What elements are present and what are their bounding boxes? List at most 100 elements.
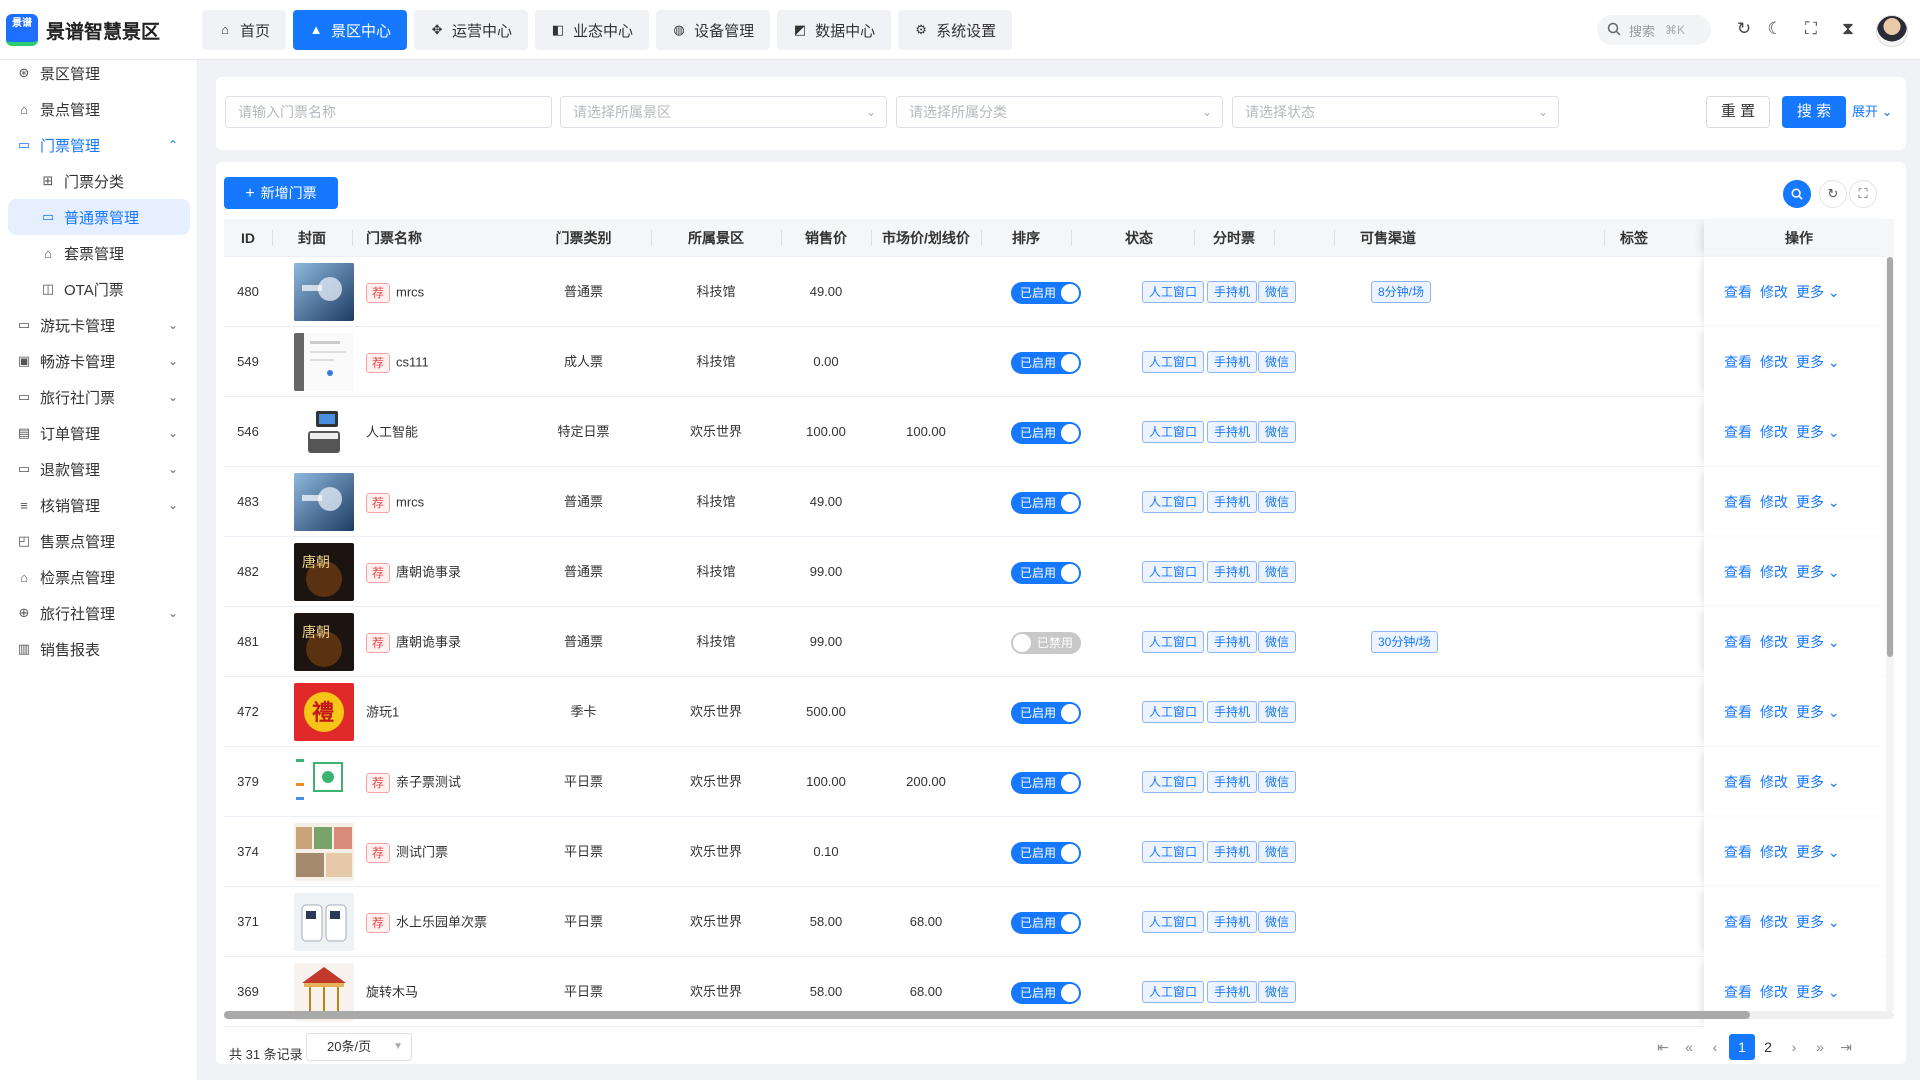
status-toggle[interactable]: 已启用 bbox=[1011, 702, 1081, 724]
table-row[interactable]: 481唐朝荐唐朝诡事录普通票科技馆99.000已禁用是人工窗口手持机微信30分钟… bbox=[224, 607, 1894, 677]
app-logo[interactable]: 景谱 bbox=[6, 14, 38, 46]
sidebar-item-4[interactable]: ▭ 普通票管理 bbox=[8, 199, 190, 235]
sidebar-item-3[interactable]: ⊞ 门票分类 bbox=[8, 160, 190, 202]
status-toggle[interactable]: 已启用 bbox=[1011, 282, 1081, 304]
edit-button[interactable]: 修改 bbox=[1760, 677, 1788, 747]
status-toggle[interactable]: 已启用 bbox=[1011, 772, 1081, 794]
column-divider[interactable] bbox=[561, 230, 562, 246]
more-button[interactable]: 更多 ⌄ bbox=[1796, 887, 1840, 957]
edit-button[interactable]: 修改 bbox=[1760, 887, 1788, 957]
table-row[interactable]: 480荐mrcs普通票科技馆49.001已启用是人工窗口手持机微信8分钟/场查看… bbox=[224, 257, 1894, 327]
table-search-icon[interactable] bbox=[1783, 180, 1811, 208]
ticket-name-input[interactable]: 请输入门票名称 bbox=[225, 96, 552, 128]
edit-button[interactable]: 修改 bbox=[1760, 257, 1788, 327]
horizontal-scrollbar-thumb[interactable] bbox=[224, 1011, 1750, 1019]
hourglass-icon[interactable]: ⧗ bbox=[1838, 19, 1858, 39]
ticket-cover-image[interactable] bbox=[294, 753, 354, 811]
area-select[interactable]: 请选择所属景区 ⌄ bbox=[560, 96, 887, 128]
refresh-icon[interactable]: ↻ bbox=[1734, 19, 1754, 39]
status-toggle[interactable]: 已启用 bbox=[1011, 982, 1081, 1004]
vertical-scrollbar-thumb[interactable] bbox=[1887, 257, 1893, 657]
view-button[interactable]: 查看 bbox=[1724, 817, 1752, 887]
more-button[interactable]: 更多 ⌄ bbox=[1796, 747, 1840, 817]
sidebar-item-16[interactable]: ▥ 销售报表 bbox=[8, 628, 190, 670]
next-group-icon[interactable]: » bbox=[1807, 1034, 1833, 1060]
ticket-cover-image[interactable]: 禮 bbox=[294, 683, 354, 741]
fullscreen-icon[interactable]: ⛶ bbox=[1801, 19, 1821, 39]
status-select[interactable]: 请选择状态 ⌄ bbox=[1232, 96, 1559, 128]
edit-button[interactable]: 修改 bbox=[1760, 817, 1788, 887]
table-row[interactable]: 482唐朝荐唐朝诡事录普通票科技馆99.000已启用是人工窗口手持机微信查看修改… bbox=[224, 537, 1894, 607]
table-row[interactable]: 483荐mrcs普通票科技馆49.000已启用是人工窗口手持机微信查看修改更多 … bbox=[224, 467, 1894, 537]
ticket-cover-image[interactable]: 唐朝 bbox=[294, 613, 354, 671]
status-toggle[interactable]: 已启用 bbox=[1011, 842, 1081, 864]
status-toggle[interactable]: 已启用 bbox=[1011, 422, 1081, 444]
search-button[interactable]: 搜 索 bbox=[1782, 96, 1846, 128]
more-button[interactable]: 更多 ⌄ bbox=[1796, 397, 1840, 467]
view-button[interactable]: 查看 bbox=[1724, 397, 1752, 467]
column-divider[interactable] bbox=[1194, 230, 1195, 246]
column-divider[interactable] bbox=[1604, 230, 1605, 246]
more-button[interactable]: 更多 ⌄ bbox=[1796, 677, 1840, 747]
reset-button[interactable]: 重 置 bbox=[1706, 96, 1770, 128]
ticket-cover-image[interactable] bbox=[294, 893, 354, 951]
column-divider[interactable] bbox=[651, 230, 652, 246]
status-toggle[interactable]: 已启用 bbox=[1011, 562, 1081, 584]
column-divider[interactable] bbox=[981, 230, 982, 246]
table-row[interactable]: 546人工智能特定日票欢乐世界100.00100.000已启用否人工窗口手持机微… bbox=[224, 397, 1894, 467]
column-divider[interactable] bbox=[781, 230, 782, 246]
last-page-icon[interactable]: ⇥ bbox=[1833, 1034, 1859, 1060]
table-row[interactable]: 472禮游玩1季卡欢乐世界500.000已启用否人工窗口手持机微信查看修改更多 … bbox=[224, 677, 1894, 747]
next-page-icon[interactable]: › bbox=[1781, 1034, 1807, 1060]
edit-button[interactable]: 修改 bbox=[1760, 537, 1788, 607]
ticket-cover-image[interactable] bbox=[294, 263, 354, 321]
column-divider[interactable] bbox=[1274, 230, 1275, 246]
ticket-cover-image[interactable] bbox=[294, 403, 354, 461]
ticket-cover-image[interactable] bbox=[294, 823, 354, 881]
column-divider[interactable] bbox=[1071, 230, 1072, 246]
add-ticket-button[interactable]: + 新增门票 bbox=[224, 177, 338, 209]
table-fullscreen-icon[interactable]: ⛶ bbox=[1849, 180, 1877, 208]
page-size-select[interactable]: 20条/页 ▼ bbox=[306, 1033, 412, 1061]
page-1[interactable]: 1 bbox=[1729, 1034, 1755, 1060]
page-2[interactable]: 2 bbox=[1755, 1034, 1781, 1060]
vertical-scrollbar[interactable] bbox=[1886, 257, 1894, 1011]
table-row[interactable]: 374荐测试门票平日票欢乐世界0.100已启用是人工窗口手持机微信查看修改更多 … bbox=[224, 817, 1894, 887]
view-button[interactable]: 查看 bbox=[1724, 677, 1752, 747]
global-search[interactable]: 搜索 ⌘K bbox=[1597, 15, 1711, 45]
horizontal-scrollbar[interactable] bbox=[224, 1011, 1894, 1019]
table-refresh-icon[interactable]: ↻ bbox=[1819, 180, 1847, 208]
status-toggle[interactable]: 已启用 bbox=[1011, 912, 1081, 934]
table-row[interactable]: 549荐cs111成人票科技馆0.000已启用否人工窗口手持机微信查看修改更多 … bbox=[224, 327, 1894, 397]
table-row[interactable]: 371荐水上乐园单次票平日票欢乐世界58.0068.000已启用否人工窗口手持机… bbox=[224, 887, 1894, 957]
view-button[interactable]: 查看 bbox=[1724, 747, 1752, 817]
edit-button[interactable]: 修改 bbox=[1760, 747, 1788, 817]
dark-mode-icon[interactable]: ☾ bbox=[1765, 19, 1785, 39]
more-button[interactable]: 更多 ⌄ bbox=[1796, 257, 1840, 327]
edit-button[interactable]: 修改 bbox=[1760, 397, 1788, 467]
more-button[interactable]: 更多 ⌄ bbox=[1796, 467, 1840, 537]
edit-button[interactable]: 修改 bbox=[1760, 467, 1788, 537]
view-button[interactable]: 查看 bbox=[1724, 537, 1752, 607]
nav-tab-0[interactable]: ⌂ 首页 bbox=[202, 10, 287, 50]
view-button[interactable]: 查看 bbox=[1724, 257, 1752, 327]
view-button[interactable]: 查看 bbox=[1724, 887, 1752, 957]
column-divider[interactable] bbox=[352, 230, 353, 246]
column-divider[interactable] bbox=[272, 230, 273, 246]
view-button[interactable]: 查看 bbox=[1724, 607, 1752, 677]
nav-tab-4[interactable]: ◍ 设备管理 bbox=[656, 10, 771, 50]
expand-filters-button[interactable]: 展开 ⌄ bbox=[1852, 96, 1893, 128]
nav-tab-5[interactable]: ◩ 数据中心 bbox=[777, 10, 892, 50]
column-divider[interactable] bbox=[1334, 230, 1335, 246]
view-button[interactable]: 查看 bbox=[1724, 327, 1752, 397]
status-toggle[interactable]: 已启用 bbox=[1011, 492, 1081, 514]
table-row[interactable]: 379荐亲子票测试平日票欢乐世界100.00200.000已启用是人工窗口手持机… bbox=[224, 747, 1894, 817]
status-toggle[interactable]: 已禁用 bbox=[1011, 632, 1081, 654]
prev-page-icon[interactable]: ‹ bbox=[1702, 1034, 1728, 1060]
nav-tab-1[interactable]: ▲ 景区中心 bbox=[293, 10, 408, 50]
edit-button[interactable]: 修改 bbox=[1760, 607, 1788, 677]
edit-button[interactable]: 修改 bbox=[1760, 327, 1788, 397]
nav-tab-6[interactable]: ⚙ 系统设置 bbox=[898, 10, 1013, 50]
nav-tab-3[interactable]: ◧ 业态中心 bbox=[535, 10, 650, 50]
first-page-icon[interactable]: ⇤ bbox=[1650, 1034, 1676, 1060]
